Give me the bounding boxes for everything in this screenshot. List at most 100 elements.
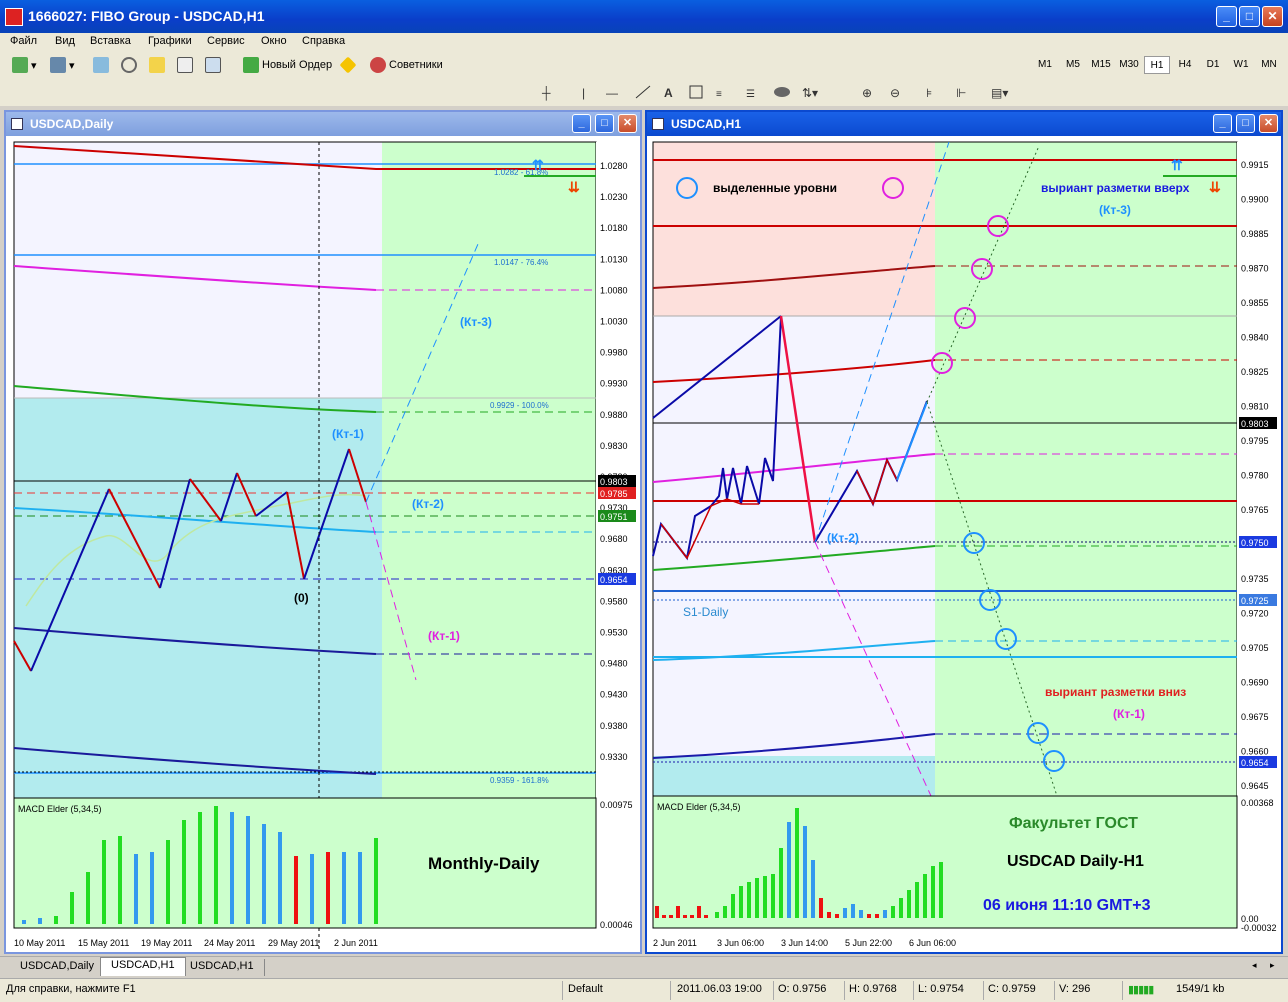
annotation-kt1: (Кт-1) xyxy=(1113,707,1145,721)
timeframe-d1[interactable]: D1 xyxy=(1200,56,1226,74)
trendline-icon[interactable] xyxy=(635,85,651,99)
daily-chart-canvas[interactable]: ⇈ ⇊ 1.0282 - 61.8% 1.0147 - 76.4% 0.9929… xyxy=(6,136,640,952)
annotation-zero: (0) xyxy=(294,591,309,605)
timeframe-w1[interactable]: W1 xyxy=(1228,56,1254,74)
price-axis-label: 0.9735 xyxy=(1241,574,1269,584)
menu-tools[interactable]: Сервис xyxy=(207,35,245,47)
menu-charts[interactable]: Графики xyxy=(148,35,192,47)
chart-shift-icon[interactable]: ⊩ xyxy=(956,86,966,100)
status-close: C: 0.9759 xyxy=(988,983,1036,995)
chart-minimize-button[interactable]: _ xyxy=(1213,114,1232,133)
tab-usdcad-daily[interactable]: USDCAD,Daily xyxy=(10,959,105,976)
minimize-button[interactable]: _ xyxy=(1216,6,1237,27)
price-axis-label: 0.9825 xyxy=(1241,367,1269,377)
menu-file[interactable]: Файл xyxy=(10,35,37,47)
down-arrows-icon: ⇊ xyxy=(1209,179,1221,195)
autotrading-button[interactable] xyxy=(339,54,357,76)
macd-bar xyxy=(697,906,701,918)
chart-window-daily-titlebar[interactable]: USDCAD,Daily _ □ ✕ xyxy=(6,112,640,136)
status-low: L: 0.9754 xyxy=(918,983,964,995)
chart-maximize-button[interactable]: □ xyxy=(1236,114,1255,133)
h1-chart-canvas[interactable]: выделенные уровни выриант разметки вверх… xyxy=(647,136,1281,952)
chart-window-icon xyxy=(652,118,664,130)
fibo-levels-icon[interactable]: ☰ xyxy=(746,89,755,100)
macd-bar xyxy=(931,866,935,918)
macd-bar xyxy=(358,852,362,924)
tab-scroll-right-icon[interactable]: ▸ xyxy=(1270,960,1275,971)
tab-scroll-left-icon[interactable]: ◂ xyxy=(1252,960,1257,971)
price-axis-label: 0.9530 xyxy=(600,628,628,638)
chart-maximize-button[interactable]: □ xyxy=(595,114,614,133)
toolbar-drawing: ┼ | — A ≡ ☰ ⇅▾ ⊕ ⊖ ⊧ ⊩ ▤▾ xyxy=(0,78,1288,106)
text-label-icon[interactable] xyxy=(689,85,703,99)
text-tool-icon[interactable]: A xyxy=(664,86,673,100)
new-order-icon xyxy=(243,57,259,73)
macd-bar xyxy=(915,882,919,918)
fibo-fan-icon[interactable]: ≡ xyxy=(716,89,722,100)
terminal-button[interactable] xyxy=(177,54,196,76)
favorites-button[interactable] xyxy=(149,54,168,76)
close-button[interactable]: ✕ xyxy=(1262,6,1283,27)
timeframe-m1[interactable]: M1 xyxy=(1032,56,1058,74)
macd-bar xyxy=(803,826,807,918)
price-axis-label: 0.9840 xyxy=(1241,333,1269,343)
macd-bar xyxy=(843,908,847,918)
macd-bar xyxy=(278,832,282,924)
price-tag-blue: 0.9725 xyxy=(1241,596,1269,606)
timeframe-h1[interactable]: H1 xyxy=(1144,56,1170,74)
menu-insert[interactable]: Вставка xyxy=(90,35,131,47)
profiles-button[interactable]: ▾ xyxy=(50,54,75,76)
chart-window-h1-titlebar[interactable]: USDCAD,H1 _ □ ✕ xyxy=(647,112,1281,136)
indicator-caption-daily: Monthly-Daily xyxy=(428,854,540,873)
chart-window-daily[interactable]: USDCAD,Daily _ □ ✕ ⇈ ⇊ 1.0282 - 61.8% 1.… xyxy=(4,110,642,954)
macd-bar xyxy=(683,915,687,918)
maximize-button[interactable]: □ xyxy=(1239,6,1260,27)
menu-window[interactable]: Окно xyxy=(261,35,287,47)
date-label: 3 Jun 14:00 xyxy=(781,938,828,948)
advisors-button[interactable]: Советники xyxy=(370,54,443,76)
navigator-button[interactable] xyxy=(121,54,140,76)
macd-bar xyxy=(150,852,154,924)
timeframe-mn[interactable]: MN xyxy=(1256,56,1282,74)
macd-bar xyxy=(38,918,42,924)
chart-minimize-button[interactable]: _ xyxy=(572,114,591,133)
macd-bar xyxy=(859,910,863,918)
market-watch-button[interactable] xyxy=(93,54,112,76)
menu-view[interactable]: Вид xyxy=(55,35,75,47)
new-order-button[interactable]: Новый Ордер xyxy=(243,54,332,76)
zoom-in-icon[interactable]: ⊕ xyxy=(862,86,872,100)
crosshair-icon[interactable]: ┼ xyxy=(541,86,551,101)
horizontal-line-icon[interactable]: — xyxy=(606,86,618,100)
star-icon xyxy=(149,57,165,73)
terminal-icon xyxy=(177,57,193,73)
macd-bar xyxy=(795,808,799,918)
timeframe-m30[interactable]: M30 xyxy=(1116,56,1142,74)
price-tag-black: 0.9803 xyxy=(1241,419,1269,429)
vertical-line-icon[interactable]: | xyxy=(582,86,585,100)
status-traffic: 1549/1 kb xyxy=(1176,983,1225,995)
timeframe-m5[interactable]: M5 xyxy=(1060,56,1086,74)
periods-icon[interactable]: ▤▾ xyxy=(991,86,1008,100)
price-axis-label: 0.9780 xyxy=(1241,471,1269,481)
price-axis-label: 0.9880 xyxy=(600,410,628,420)
profiles-icon xyxy=(50,57,66,73)
price-axis-label: 0.9680 xyxy=(600,534,628,544)
ellipse-icon[interactable] xyxy=(774,87,790,97)
new-chart-button[interactable]: ▾ xyxy=(12,54,37,76)
chart-close-button[interactable]: ✕ xyxy=(618,114,637,133)
price-axis-label: 0.9580 xyxy=(600,596,628,606)
zoom-out-icon[interactable]: ⊖ xyxy=(890,86,900,100)
chart-close-button[interactable]: ✕ xyxy=(1259,114,1278,133)
arrows-icon[interactable]: ⇅▾ xyxy=(802,86,818,100)
macd-bar xyxy=(883,910,887,918)
chart-window-h1[interactable]: USDCAD,H1 _ □ ✕ выделенные уровни выриан… xyxy=(645,110,1283,954)
timeframe-h4[interactable]: H4 xyxy=(1172,56,1198,74)
tester-button[interactable] xyxy=(205,54,224,76)
annotation-kt2: (Кт-2) xyxy=(827,531,859,545)
tab-usdcad-h1-2[interactable]: USDCAD,H1 xyxy=(180,959,265,976)
timeframe-m15[interactable]: M15 xyxy=(1088,56,1114,74)
autoscroll-icon[interactable]: ⊧ xyxy=(926,86,932,100)
macd-bar xyxy=(262,824,266,924)
tab-usdcad-h1[interactable]: USDCAD,H1 xyxy=(100,957,186,976)
menu-help[interactable]: Справка xyxy=(302,35,345,47)
